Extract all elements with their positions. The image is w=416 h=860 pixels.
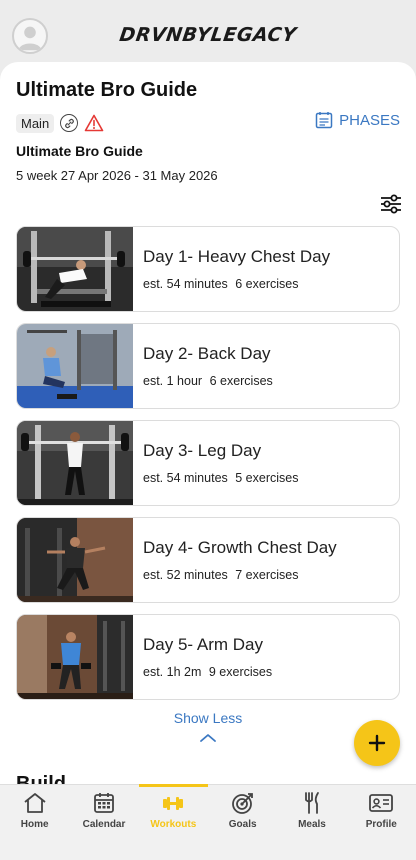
- warning-icon[interactable]: [84, 114, 104, 132]
- nav-profile[interactable]: Profile: [347, 785, 416, 840]
- workout-duration: est. 54 minutes: [143, 471, 228, 485]
- workout-meta: est. 1h 2m 9 exercises: [143, 665, 272, 679]
- id-card-icon: [369, 794, 394, 812]
- workout-duration: est. 1 hour: [143, 374, 203, 388]
- nav-workouts-label: Workouts: [150, 819, 197, 830]
- calendar-icon: [94, 793, 114, 813]
- workout-exercise-count: 9 exercises: [208, 665, 273, 679]
- workout-duration: est. 52 minutes: [143, 568, 228, 582]
- dumbbell-icon: [163, 797, 184, 810]
- workout-exercise-count: 5 exercises: [235, 471, 299, 485]
- workout-duration: est. 54 minutes: [143, 277, 228, 291]
- fork-knife-icon: [305, 792, 319, 814]
- link-icon[interactable]: [60, 114, 79, 132]
- workout-title: Day 4- Growth Chest Day: [143, 538, 337, 557]
- workout-meta: est. 52 minutes 7 exercises: [143, 568, 337, 582]
- phases-label: PHASES: [339, 111, 400, 129]
- nav-home[interactable]: Home: [0, 785, 69, 840]
- workout-duration: est. 1h 2m: [143, 665, 202, 679]
- top-bar: DRVNBYLEGACY: [0, 0, 416, 62]
- nav-profile-label: Profile: [365, 819, 397, 830]
- workout-list: Day 1- Heavy Chest Day est. 54 minutes 6…: [16, 226, 400, 711]
- workout-exercise-count: 6 exercises: [209, 374, 273, 388]
- plus-icon: [368, 734, 386, 752]
- home-icon: [24, 793, 46, 813]
- workout-title: Day 3- Leg Day: [143, 441, 262, 460]
- workout-meta: est. 1 hour 6 exercises: [143, 374, 273, 388]
- plan-title: Ultimate Bro Guide: [16, 79, 198, 101]
- home-indicator-area: [0, 840, 416, 860]
- workout-card[interactable]: Day 2- Back Day est. 1 hour 6 exercises: [16, 323, 400, 409]
- plan-dates: 5 week 27 Apr 2026 - 31 May 2026: [16, 168, 218, 183]
- nav-goals-label: Goals: [228, 819, 257, 830]
- workout-card[interactable]: Day 1- Heavy Chest Day est. 54 minutes 6…: [16, 226, 400, 312]
- nav-workouts[interactable]: Workouts: [138, 784, 209, 840]
- main-tag: Main: [16, 113, 55, 133]
- chevron-up-icon[interactable]: [199, 730, 217, 742]
- workout-thumbnail: [17, 615, 133, 699]
- plan-sheet: Ultimate Bro Guide Main PHASES Ultimate …: [0, 62, 416, 784]
- plan-subtitle: Ultimate Bro Guide: [16, 143, 143, 159]
- nav-calendar[interactable]: Calendar: [69, 785, 138, 840]
- show-less-link[interactable]: Show Less: [0, 710, 416, 726]
- section-heading-partial: Build: [16, 774, 66, 784]
- filter-sliders-icon[interactable]: [380, 194, 402, 214]
- workout-thumbnail: [17, 227, 133, 311]
- workout-title: Day 2- Back Day: [143, 344, 271, 363]
- workout-meta: est. 54 minutes 5 exercises: [143, 471, 298, 485]
- workout-card[interactable]: Day 4- Growth Chest Day est. 52 minutes …: [16, 517, 400, 603]
- workout-meta: est. 54 minutes 6 exercises: [143, 277, 330, 291]
- nav-calendar-label: Calendar: [82, 819, 126, 830]
- workout-title: Day 5- Arm Day: [143, 635, 263, 654]
- bottom-nav: Home Calendar Workouts Goals Meals Profi…: [0, 784, 416, 840]
- workout-title: Day 1- Heavy Chest Day: [143, 247, 331, 266]
- brand-logo: DRVNBYLEGACY: [118, 24, 298, 46]
- workout-thumbnail: [17, 518, 133, 602]
- workout-exercise-count: 6 exercises: [235, 277, 299, 291]
- plan-tags: Main: [16, 112, 104, 134]
- nav-goals[interactable]: Goals: [208, 785, 277, 840]
- workout-thumbnail: [17, 421, 133, 505]
- nav-meals[interactable]: Meals: [277, 785, 346, 840]
- add-button[interactable]: [354, 720, 400, 766]
- workout-card[interactable]: Day 3- Leg Day est. 54 minutes 5 exercis…: [16, 420, 400, 506]
- workout-thumbnail: [17, 324, 133, 408]
- workout-exercise-count: 7 exercises: [235, 568, 299, 582]
- calendar-list-icon: [315, 112, 333, 129]
- workout-card[interactable]: Day 5- Arm Day est. 1h 2m 9 exercises: [16, 614, 400, 700]
- nav-meals-label: Meals: [298, 819, 326, 830]
- phases-button[interactable]: PHASES: [315, 111, 400, 129]
- target-icon: [231, 793, 253, 814]
- nav-home-label: Home: [20, 819, 49, 830]
